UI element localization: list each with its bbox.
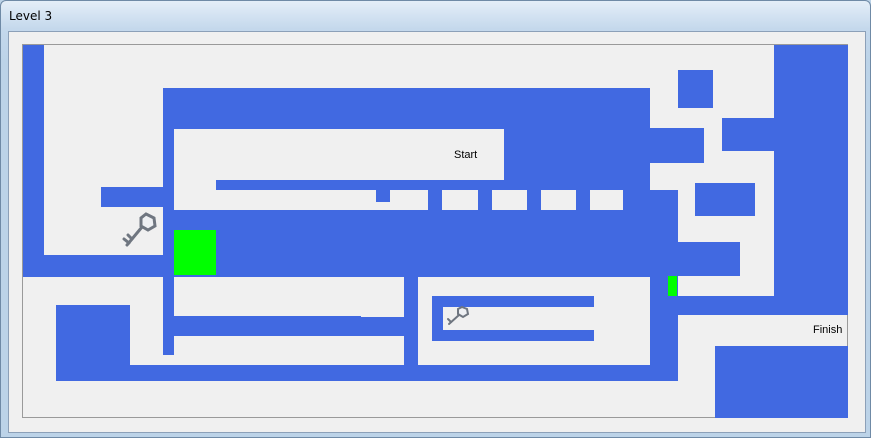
- maze-wall: [453, 210, 467, 230]
- green-gate-small: [668, 276, 677, 296]
- maze-wall: [101, 187, 163, 207]
- maze-corridor: [23, 277, 163, 302]
- maze-wall: [551, 210, 565, 230]
- maze-wall: [668, 296, 848, 315]
- maze-wall: [678, 70, 713, 108]
- maze-wall: [376, 190, 390, 202]
- maze-wall: [503, 210, 517, 230]
- title-bar[interactable]: Level 3: [1, 1, 870, 31]
- maze-corridor: [174, 336, 404, 356]
- maze-wall: [23, 45, 44, 277]
- maze-corridor: [174, 180, 216, 190]
- game-window: Level 3 Start Finish: [0, 0, 871, 438]
- maze-wall: [428, 190, 442, 210]
- green-gate: [174, 230, 216, 275]
- window-title: Level 3: [9, 9, 53, 23]
- maze-wall: [23, 255, 175, 277]
- maze-wall: [650, 128, 704, 163]
- maze-wall: [478, 190, 492, 210]
- maze-wall: [56, 365, 678, 381]
- maze-wall: [695, 183, 755, 216]
- maze-corridor: [596, 277, 650, 341]
- maze-wall: [600, 210, 614, 230]
- maze-wall: [404, 210, 418, 230]
- maze-corridor: [418, 341, 650, 365]
- maze-wall: [715, 346, 848, 418]
- maze-wall: [576, 190, 590, 210]
- maze-wall: [722, 118, 774, 151]
- maze-wall: [668, 242, 740, 276]
- maze-wall: [163, 275, 174, 355]
- maze-wall: [174, 316, 361, 336]
- maze-wall: [623, 190, 650, 210]
- start-label: Start: [454, 149, 478, 161]
- key-icon[interactable]: [119, 209, 161, 253]
- finish-label: Finish: [813, 324, 843, 336]
- maze-wall: [527, 190, 541, 210]
- maze-wall: [774, 45, 848, 315]
- maze-corridor: [174, 277, 404, 317]
- key-icon[interactable]: [444, 304, 472, 328]
- maze-wall: [404, 275, 418, 367]
- maze-board[interactable]: Start Finish: [22, 44, 848, 418]
- window-client-area: Start Finish: [8, 31, 866, 433]
